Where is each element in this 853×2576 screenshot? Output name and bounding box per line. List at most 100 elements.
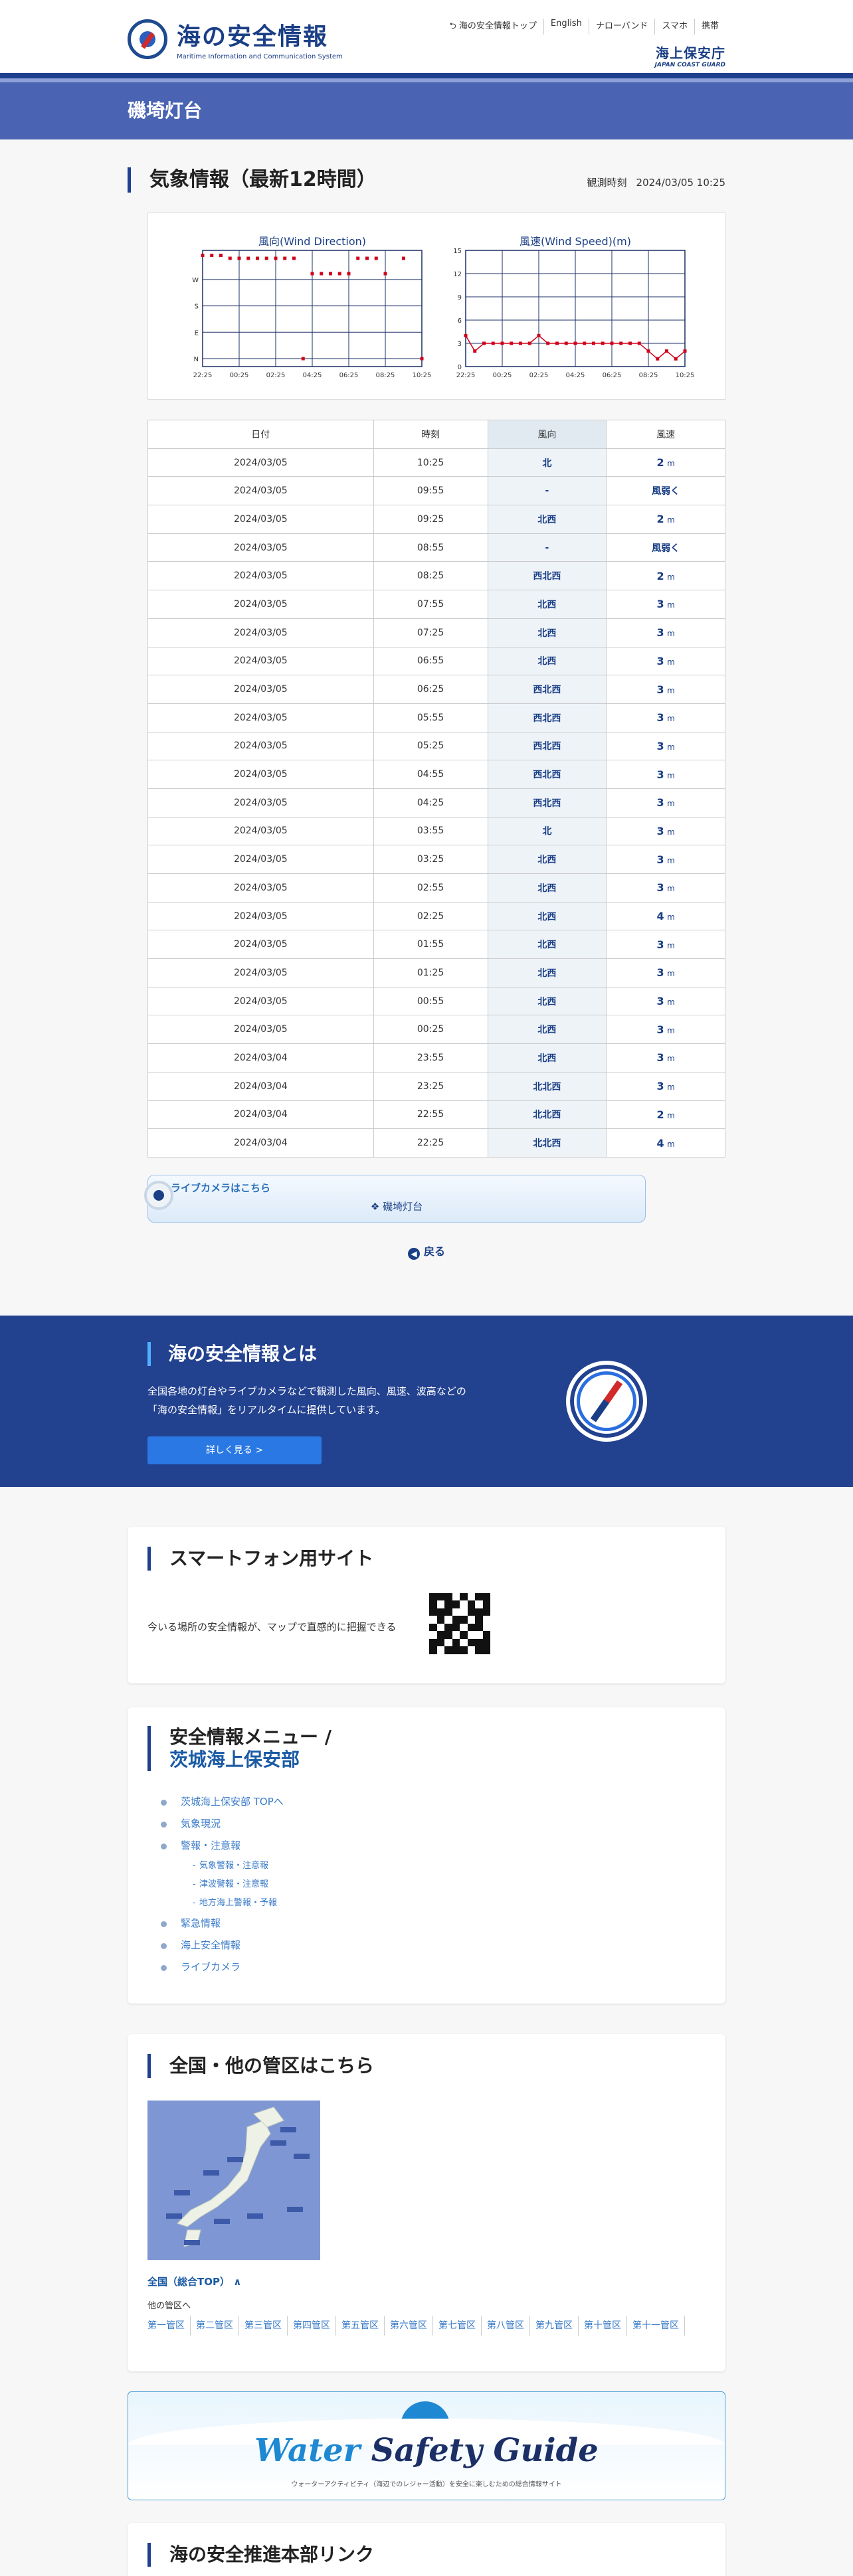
region-link-8[interactable]: 第八管区 (487, 2315, 530, 2336)
speed-unit: m (667, 685, 675, 695)
table-row: 2024/03/05 09:55- 風弱く (147, 476, 725, 506)
nav-top-link[interactable]: ⮌ 海の安全情報トップ (442, 19, 543, 35)
site-logo[interactable]: 海の安全情報 Maritime Information and Communic… (128, 17, 343, 60)
menu-item-maritime-safety[interactable]: 海上安全情報 (161, 1934, 284, 1956)
wind-charts-svg: 風向(Wind Direction)22:25 00:25 02:25 04:25 06… (192, 235, 695, 379)
cell-direction: 北 (487, 816, 607, 846)
cell-direction: 北北西 (487, 1071, 607, 1101)
menu-item-emergency[interactable]: 緊急情報 (161, 1913, 284, 1934)
cell-time: 05:25 (373, 731, 488, 761)
japan-map[interactable] (147, 2100, 320, 2260)
cell-speed: 3 m (606, 760, 725, 789)
direction-point (310, 272, 314, 276)
cell-time: 00:55 (373, 986, 488, 1016)
cell-direction: 北 (487, 448, 607, 477)
direction-point (264, 256, 268, 260)
speed-point (564, 341, 568, 345)
cell-time: 04:25 (373, 788, 488, 817)
cell-direction: 北西 (487, 646, 607, 676)
direction-point (365, 256, 369, 260)
speed-unit: m (667, 827, 675, 837)
speed-unit: m (667, 515, 675, 525)
speed-value: 2 (656, 569, 664, 582)
menu-item-warnings[interactable]: 警報・注意報 (161, 1835, 284, 1857)
livecam-button[interactable]: ライブカメラはこちら ❖ 磯埼灯台 (144, 1174, 646, 1223)
cell-date: 2024/03/05 (147, 845, 374, 874)
nav-smartphone-link[interactable]: スマホ (654, 19, 694, 35)
menu-sub-tsunami-warning[interactable]: 津波警報・注意報 (179, 1875, 284, 1894)
speed-unit: m (667, 1139, 675, 1149)
qr-code-icon[interactable] (429, 1592, 490, 1654)
col-direction: 風向 (487, 420, 607, 449)
menu-item-weather[interactable]: 気象現況 (161, 1813, 284, 1835)
region-link-9[interactable]: 第九管区 (535, 2315, 579, 2336)
region-link-2[interactable]: 第二管区 (196, 2315, 239, 2336)
nav-narrowband-link[interactable]: ナローバンド (588, 19, 655, 35)
region-link-7[interactable]: 第七管区 (438, 2315, 482, 2336)
speed-calm: 風弱く (652, 543, 680, 554)
table-row: 2024/03/05 07:25 北西 3 m (147, 618, 725, 647)
menu-item-livecam[interactable]: ライブカメラ (161, 1956, 284, 1978)
cell-time: 03:55 (373, 816, 488, 846)
region-link-11[interactable]: 第十一管区 (632, 2315, 685, 2336)
speed-point (464, 333, 468, 337)
region-link-5[interactable]: 第五管区 (341, 2315, 385, 2336)
national-top-link[interactable]: 全国（総合TOP） ∧ (147, 2275, 241, 2288)
banner-word-1: Water (254, 2431, 361, 2469)
nav-mobile-link[interactable]: 携帯 (694, 19, 725, 35)
cell-direction: 西北西 (487, 760, 607, 789)
about-more-button[interactable]: 詳しく見る > (147, 1436, 322, 1464)
cell-time: 03:25 (373, 845, 488, 874)
cell-date: 2024/03/05 (147, 731, 374, 761)
speed-point (601, 341, 605, 345)
speed-value: 3 (656, 768, 664, 781)
cell-direction: 西北西 (487, 561, 607, 591)
cell-date: 2024/03/05 (147, 816, 374, 846)
speed-value: 3 (656, 654, 664, 667)
menu-item-top[interactable]: 茨城海上保安部 TOPへ (161, 1791, 284, 1813)
jcg-title: 海上保安庁 (656, 45, 725, 61)
cell-time: 01:25 (373, 958, 488, 987)
menu-sub-marine-warning[interactable]: 地方海上警報・予報 (179, 1894, 284, 1913)
menu-sub-weather-warning[interactable]: 気象警報・注意報 (179, 1857, 284, 1875)
banner-word-2: Safety Guide (371, 2431, 599, 2469)
cell-direction: 北北西 (487, 1100, 607, 1130)
x-tick-label: 22:25 (193, 372, 213, 379)
x-tick-label: 10:25 (413, 372, 432, 379)
nav-english-link[interactable]: English (543, 19, 589, 35)
jcg-logo[interactable]: 海上保安庁 JAPAN COAST GUARD (655, 43, 725, 68)
cell-time: 07:25 (373, 618, 488, 647)
region-link-10[interactable]: 第十管区 (584, 2315, 627, 2336)
region-link-3[interactable]: 第三管区 (244, 2315, 288, 2336)
cell-date: 2024/03/05 (147, 590, 374, 619)
logo-subtitle: Maritime Information and Communication S… (177, 53, 343, 60)
region-link-4[interactable]: 第四管区 (293, 2315, 336, 2336)
cell-date: 2024/03/04 (147, 1071, 374, 1101)
back-link[interactable]: ◀ 戻る (128, 1243, 725, 1260)
region-link-1[interactable]: 第一管区 (147, 2315, 191, 2336)
chart-title: 風速(Wind Speed)(m) (520, 235, 631, 248)
cell-direction: 西北西 (487, 788, 607, 817)
direction-point (292, 256, 296, 260)
speed-unit: m (667, 459, 675, 469)
table-row: 2024/03/05 00:25 北西 3 m (147, 1015, 725, 1045)
cell-date: 2024/03/05 (147, 1015, 374, 1045)
table-row: 2024/03/05 03:25 北西 3 m (147, 845, 725, 874)
cell-time: 08:25 (373, 561, 488, 591)
x-tick-label: 10:25 (676, 372, 695, 379)
water-safety-banner[interactable]: Water Safety Guide ウォーターアクティビティ（海辺でのレジャー… (128, 2391, 725, 2500)
cell-time: 07:55 (373, 590, 488, 619)
speed-unit: m (667, 969, 675, 979)
speed-point (583, 341, 587, 345)
region-link-6[interactable]: 第六管区 (390, 2315, 433, 2336)
table-row: 2024/03/05 07:55 北西 3 m (147, 590, 725, 619)
cell-speed: 3 m (606, 1015, 725, 1045)
speed-unit: m (667, 855, 675, 865)
cell-speed: 3 m (606, 590, 725, 619)
speed-point (637, 341, 641, 345)
col-time: 時刻 (373, 420, 488, 449)
table-row: 2024/03/05 08:25 西北西 2 m (147, 561, 725, 591)
weather-table: 日付 時刻 風向 風速 2024/03/05 10:25 北 2 m 2024/03/0… (147, 420, 725, 1158)
speed-point (500, 341, 504, 345)
y-tick-label: 3 (458, 341, 462, 348)
